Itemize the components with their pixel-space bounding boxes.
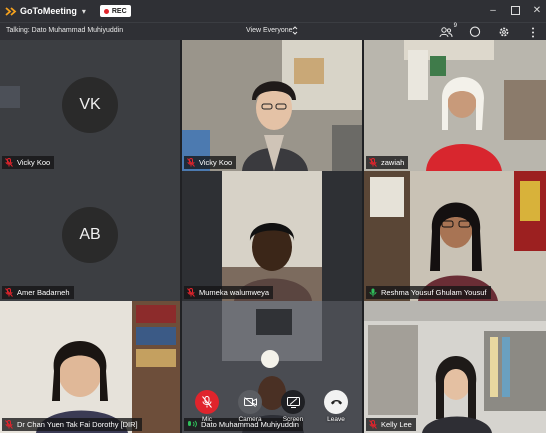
more-vertical-icon <box>532 27 534 37</box>
mic-muted-icon <box>195 390 219 414</box>
mic-muted-icon <box>369 416 377 433</box>
video-tile[interactable]: VK Vicky Koo <box>0 40 180 171</box>
mic-unmuted-icon <box>369 284 377 302</box>
camera-button[interactable]: Camera <box>234 390 266 430</box>
participants-button[interactable]: 9 <box>439 23 457 39</box>
maximize-icon[interactable] <box>510 6 520 16</box>
title-bar: GoToMeeting ▾ REC – ✕ <box>0 0 546 22</box>
meeting-toolbar: Talking: Dato Muhammad Muhiyuddin View E… <box>0 22 546 40</box>
participant-name: zawiah <box>381 158 405 167</box>
video-feed <box>0 301 180 433</box>
talking-indicator: Talking: Dato Muhammad Muhiyuddin <box>6 27 124 34</box>
video-feed <box>182 40 362 171</box>
hang-up-icon <box>324 390 348 414</box>
settings-button[interactable] <box>497 25 511 39</box>
participant-name: Mumeka walumweya <box>199 288 270 297</box>
participant-nameplate: Reshma Yousuf Ghulam Yousuf <box>366 286 491 299</box>
avatar: VK <box>62 77 118 133</box>
app-menu[interactable]: GoToMeeting ▾ <box>5 6 86 16</box>
side-panel-fragment <box>0 86 20 108</box>
window-controls: – ✕ <box>488 0 542 22</box>
mic-muted-icon <box>5 416 13 433</box>
minimize-icon[interactable]: – <box>488 6 498 16</box>
video-feed <box>364 301 546 433</box>
video-feed <box>182 171 362 301</box>
video-tile[interactable]: zawiah <box>364 40 546 171</box>
video-tile[interactable]: Mumeka walumweya <box>182 171 362 301</box>
participant-name: Kelly Lee <box>381 420 412 429</box>
app-title: GoToMeeting <box>20 6 77 16</box>
video-tile[interactable]: AB Amer Badarneh <box>0 171 180 301</box>
participant-name: Vicky Koo <box>17 158 51 167</box>
mic-button[interactable]: Mic <box>191 390 223 430</box>
video-tile[interactable]: Reshma Yousuf Ghulam Yousuf <box>364 171 546 301</box>
view-selector[interactable]: View Everyone <box>246 27 293 34</box>
video-tile[interactable]: Vicky Koo <box>182 40 362 171</box>
participant-nameplate: Dr Chan Yuen Tak Fai Dorothy [DIR] <box>2 418 142 431</box>
participant-nameplate: zawiah <box>366 154 409 172</box>
participant-name: Dr Chan Yuen Tak Fai Dorothy [DIR] <box>17 420 138 429</box>
mic-muted-icon <box>187 284 195 302</box>
record-dot-icon <box>103 8 109 14</box>
camera-label: Camera <box>238 416 262 423</box>
participant-nameplate: Mumeka walumweya <box>184 284 274 302</box>
participant-nameplate: Amer Badarneh <box>2 286 74 299</box>
avatar: AB <box>62 207 118 263</box>
meeting-window: GoToMeeting ▾ REC – ✕ Talking: Dato Muha… <box>0 0 546 433</box>
recording-label: REC <box>111 7 127 15</box>
people-icon <box>439 26 453 37</box>
mic-muted-icon <box>5 154 13 172</box>
mic-muted-icon <box>5 284 13 302</box>
gear-icon <box>499 27 509 37</box>
video-feed <box>364 40 546 171</box>
leave-button[interactable]: Leave <box>320 390 352 430</box>
mic-muted-icon <box>369 154 377 172</box>
camera-off-icon <box>238 390 262 414</box>
leave-label: Leave <box>327 416 345 423</box>
participant-nameplate: Kelly Lee <box>366 418 416 431</box>
screen-label: Screen <box>282 416 304 423</box>
video-tile[interactable]: Kelly Lee <box>364 301 546 433</box>
participant-name: Vicky Koo <box>199 158 233 167</box>
participant-nameplate: Vicky Koo <box>184 154 237 172</box>
gotomeeting-logo-icon <box>5 6 17 16</box>
mic-muted-icon <box>187 154 195 172</box>
participant-nameplate: Vicky Koo <box>2 154 55 172</box>
chat-button[interactable] <box>468 25 482 39</box>
participant-name: Reshma Yousuf Ghulam Yousuf <box>381 288 487 297</box>
meeting-controls: Mic Camera Screen Leave <box>191 390 355 430</box>
updown-chevron-icon[interactable] <box>292 25 298 38</box>
recording-badge[interactable]: REC <box>99 5 131 17</box>
close-icon[interactable]: ✕ <box>532 6 542 16</box>
participant-name: Amer Badarneh <box>17 288 70 297</box>
mic-label: Mic <box>201 416 213 423</box>
video-feed <box>364 171 546 301</box>
video-grid: VK Vicky Koo Vicky Koo zawiah AB Amer Ba… <box>0 40 546 433</box>
more-options-button[interactable] <box>526 25 540 39</box>
participant-count: 9 <box>453 23 457 29</box>
chat-bubble-icon <box>469 26 481 37</box>
video-tile[interactable]: Dr Chan Yuen Tak Fai Dorothy [DIR] <box>0 301 180 433</box>
screen-share-button[interactable]: Screen <box>277 390 309 430</box>
chevron-down-icon[interactable]: ▾ <box>82 7 86 16</box>
screen-share-icon <box>281 390 305 414</box>
